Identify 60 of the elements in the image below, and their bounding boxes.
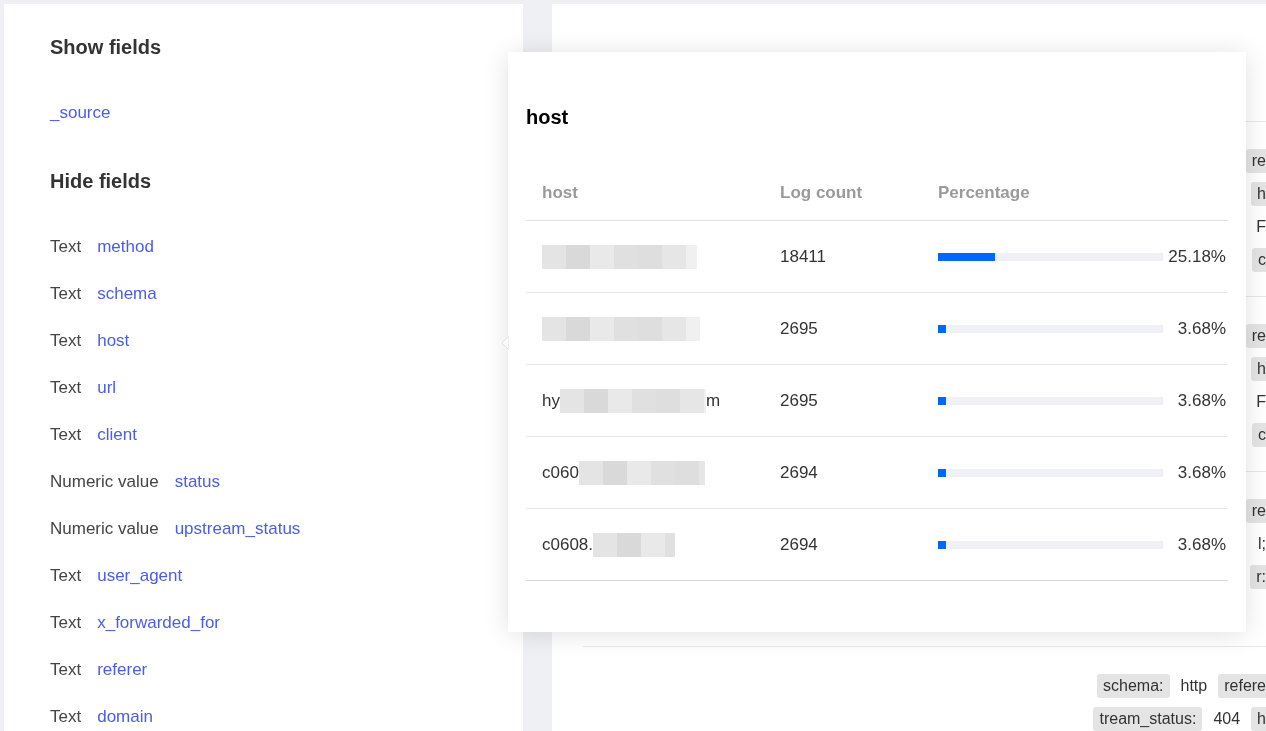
- log-count: 2694: [780, 534, 818, 554]
- percentage-text: 25.18%: [1168, 245, 1226, 268]
- field-key-tag: h: [1251, 181, 1266, 206]
- log-count: 2694: [780, 462, 818, 482]
- field-type-label: Text: [50, 283, 82, 305]
- field-type-label: Text: [50, 424, 82, 446]
- log-count: 2695: [780, 318, 818, 338]
- field-type-label: Text: [50, 565, 82, 587]
- field-key-tag: re: [1245, 323, 1266, 348]
- field-key-tag: c: [1252, 247, 1266, 272]
- section-heading: Show fields: [50, 35, 162, 59]
- field-value: F: [1256, 391, 1266, 412]
- log-count: 2695: [780, 390, 818, 410]
- field-key-tag: c: [1252, 422, 1266, 447]
- host-text: hy: [542, 389, 560, 412]
- field-type-label: Text: [50, 377, 82, 399]
- field-name-link[interactable]: status: [174, 470, 220, 494]
- field-value: l;: [1258, 533, 1266, 554]
- field-type-label: Text: [50, 236, 82, 258]
- host-text: m: [705, 389, 721, 412]
- log-count: 18411: [780, 246, 826, 266]
- column-header: Percentage: [938, 182, 1030, 202]
- field-key-tag: h: [1251, 706, 1266, 731]
- field-key-tag: schema:: [1097, 673, 1170, 698]
- field-type-label: Text: [50, 706, 82, 728]
- field-key-tag: re: [1245, 498, 1266, 523]
- field-name-link[interactable]: upstream_status: [174, 517, 301, 541]
- field-name-link[interactable]: x_forwarded_for: [97, 611, 221, 635]
- field-type-label: Numeric value: [50, 471, 159, 493]
- field-key-tag: refere: [1218, 673, 1266, 698]
- percentage-text: 3.68%: [1177, 317, 1226, 340]
- percentage-text: 3.68%: [1177, 533, 1226, 556]
- field-name-link[interactable]: method: [97, 235, 154, 259]
- section-heading: Hide fields: [50, 169, 152, 193]
- field-name-link[interactable]: client: [97, 423, 137, 447]
- field-name-link[interactable]: url: [97, 376, 117, 400]
- popover-title: host: [526, 105, 569, 130]
- field-type-label: Text: [50, 612, 82, 634]
- field-type-label: Numeric value: [50, 518, 159, 540]
- field-key-tag: re: [1245, 148, 1266, 173]
- field-name-link[interactable]: _source: [50, 101, 111, 125]
- field-type-label: Text: [50, 659, 82, 681]
- field-value: F: [1256, 216, 1266, 237]
- host-text: c060: [542, 461, 579, 484]
- host-text: c0608.: [542, 533, 594, 556]
- field-name-link[interactable]: host: [97, 329, 130, 353]
- field-name-link[interactable]: referer: [97, 658, 148, 682]
- column-header: host: [542, 182, 578, 202]
- field-value: http: [1180, 675, 1208, 696]
- column-header: Log count: [780, 182, 863, 202]
- field-key-tag: r:: [1250, 564, 1266, 589]
- field-key-tag: tream_status:: [1093, 706, 1203, 731]
- field-name-link[interactable]: domain: [97, 705, 153, 729]
- field-key-tag: h: [1251, 356, 1266, 381]
- field-name-link[interactable]: schema: [97, 282, 157, 306]
- field-type-label: Text: [50, 330, 82, 352]
- field-name-link[interactable]: user_agent: [97, 564, 183, 588]
- field-value: 404: [1213, 708, 1241, 729]
- percentage-text: 3.68%: [1177, 389, 1226, 412]
- percentage-text: 3.68%: [1177, 461, 1226, 484]
